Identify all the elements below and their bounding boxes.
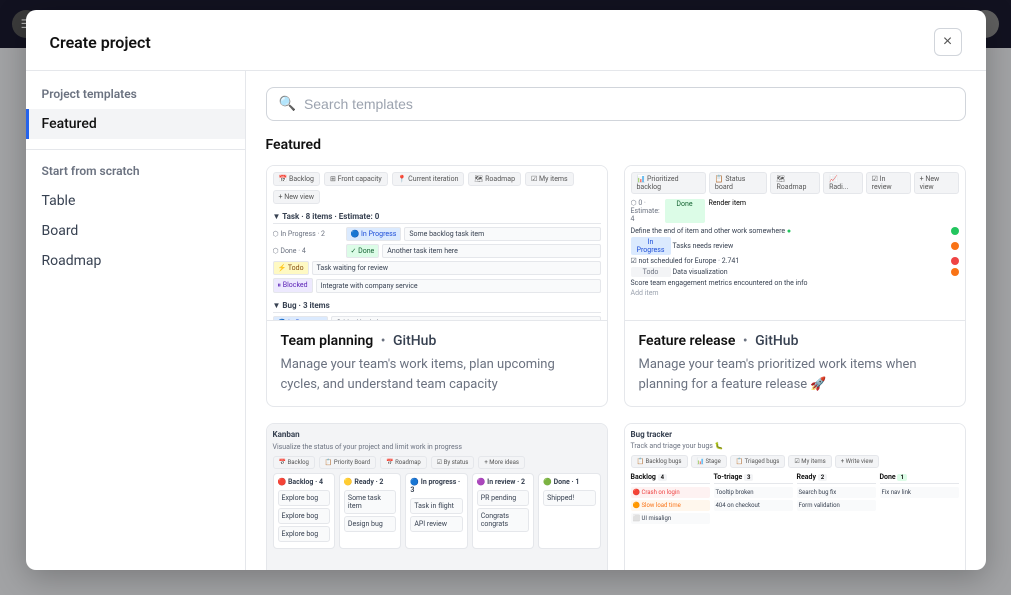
sidebar-section-title: Project templates [26,87,245,109]
modal-title: Create project [50,33,151,52]
template-name-team-planning: Team planning • GitHub [281,333,593,349]
sidebar-item-board[interactable]: Board [26,216,245,246]
modal-body: Project templates Featured Start from sc… [26,71,986,570]
template-grid: 📅 Backlog ⊞ Front capacity 📍 Current ite… [266,165,966,570]
template-card-feature-release[interactable]: 📊 Prioritized backlog 📋 Status board 🗺 R… [624,165,966,407]
template-preview-feature-release: 📊 Prioritized backlog 📋 Status board 🗺 R… [625,166,965,321]
featured-section-label: Featured [266,137,966,153]
template-desc-feature-release: Manage your team's prioritized work item… [639,355,951,394]
search-input[interactable] [304,96,953,112]
template-preview-bug-tracker: Bug tracker Track and triage your bugs 🐛… [625,424,965,570]
template-desc-team-planning: Manage your team's work items, plan upco… [281,355,593,394]
template-card-kanban[interactable]: Kanban Visualize the status of your proj… [266,423,608,570]
sidebar-scratch-title: Start from scratch [26,160,245,186]
create-project-modal: Create project × Project templates Featu… [26,10,986,570]
main-content: 🔍 Featured 📅 Backlog ⊞ Front capacity 📍 … [246,71,986,570]
search-bar: 🔍 [266,87,966,121]
template-card-team-planning[interactable]: 📅 Backlog ⊞ Front capacity 📍 Current ite… [266,165,608,407]
template-name-feature-release: Feature release • GitHub [639,333,951,349]
modal-header: Create project × [26,10,986,71]
template-info-feature-release: Feature release • GitHub Manage your tea… [625,321,965,406]
template-preview-kanban: Kanban Visualize the status of your proj… [267,424,607,570]
search-icon: 🔍 [279,96,296,112]
sidebar-item-roadmap[interactable]: Roadmap [26,246,245,276]
sidebar-item-featured[interactable]: Featured [26,109,245,139]
template-card-bug-tracker[interactable]: Bug tracker Track and triage your bugs 🐛… [624,423,966,570]
sidebar-item-table[interactable]: Table [26,186,245,216]
sidebar: Project templates Featured Start from sc… [26,71,246,570]
template-info-team-planning: Team planning • GitHub Manage your team'… [267,321,607,406]
template-preview-team-planning: 📅 Backlog ⊞ Front capacity 📍 Current ite… [267,166,607,321]
sidebar-divider [26,149,245,150]
modal-overlay: Create project × Project templates Featu… [0,0,1011,595]
modal-close-button[interactable]: × [934,28,962,56]
